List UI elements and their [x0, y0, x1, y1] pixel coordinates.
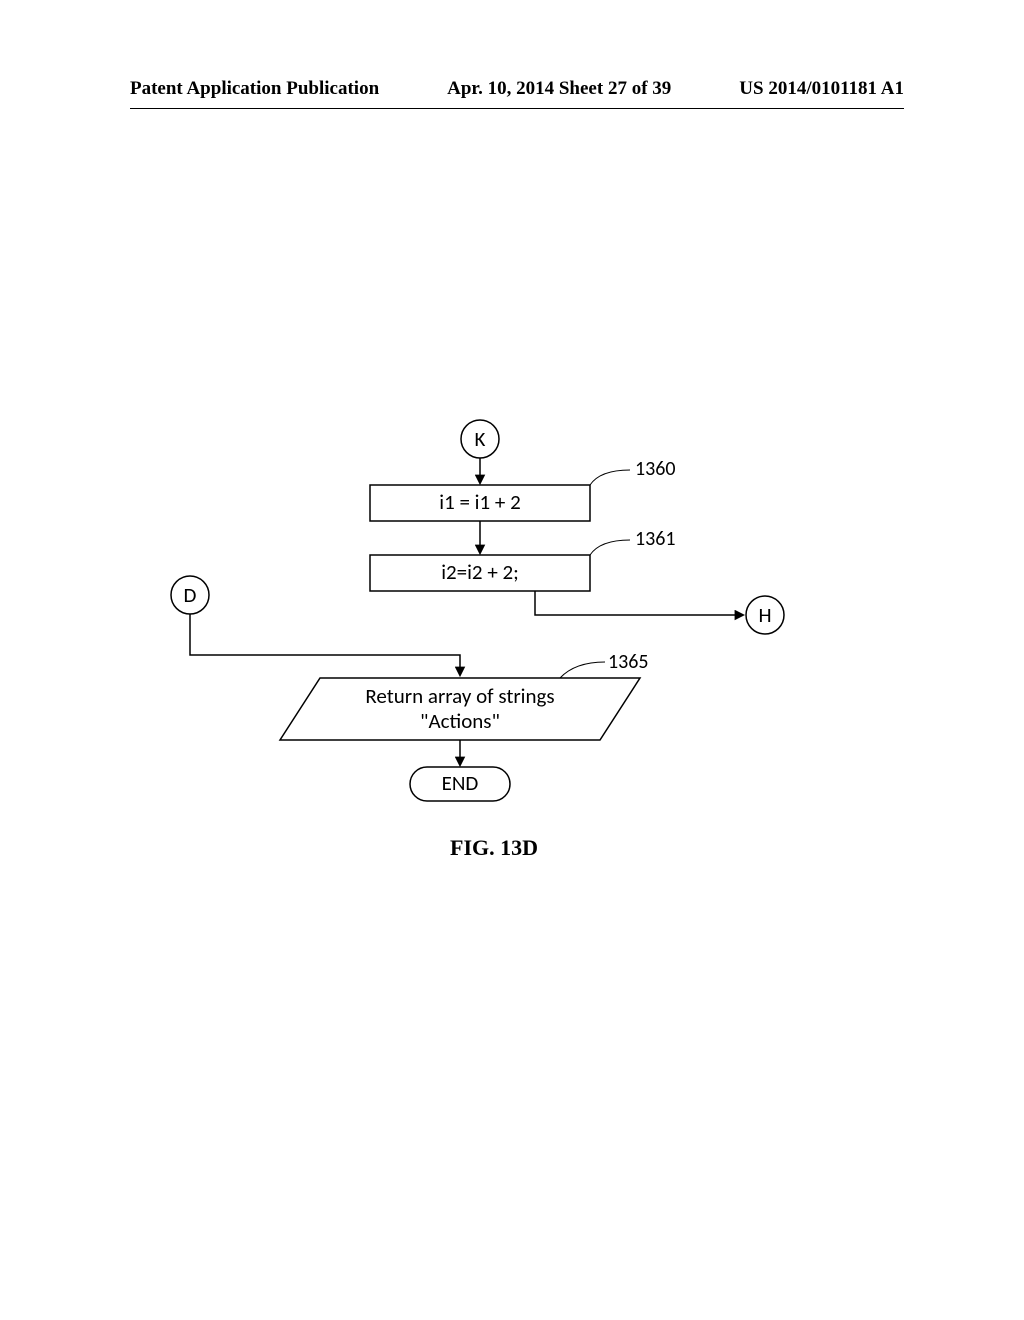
terminator-end: END: [410, 767, 510, 801]
connector-d-label: D: [184, 582, 197, 608]
terminator-end-text: END: [442, 770, 479, 796]
ref-1360: 1360: [590, 457, 676, 485]
page-header: Patent Application Publication Apr. 10, …: [130, 78, 904, 100]
header-right: US 2014/0101181 A1: [739, 78, 904, 100]
ref-1360-text: 1360: [635, 457, 676, 481]
connector-h: H: [746, 596, 784, 634]
figure-area: K i1 = i1 + 2 1360 i2=i2 + 2;: [140, 415, 900, 915]
connector-d: D: [171, 576, 209, 614]
connector-h-label: H: [758, 602, 771, 628]
ref-1365-text: 1365: [608, 650, 649, 674]
step-1365-line1: Return array of strings: [365, 683, 554, 709]
ref-1361-text: 1361: [635, 527, 676, 551]
header-center: Apr. 10, 2014 Sheet 27 of 39: [447, 78, 671, 100]
connector-k-label: K: [475, 426, 486, 452]
step-1365: Return array of strings "Actions": [280, 678, 640, 740]
connector-k: K: [461, 420, 499, 458]
header-left: Patent Application Publication: [130, 78, 379, 100]
ref-1361: 1361: [590, 527, 676, 555]
step-1365-line2: "Actions": [420, 708, 500, 734]
step-1361: i2=i2 + 2;: [370, 555, 590, 591]
page: Patent Application Publication Apr. 10, …: [0, 0, 1024, 1320]
edge-d-to-1365: [190, 614, 460, 675]
step-1360-text: i1 = i1 + 2: [439, 489, 520, 515]
figure-label: FIG. 13D: [450, 835, 538, 861]
step-1361-text: i2=i2 + 2;: [441, 559, 519, 585]
header-rule: [130, 108, 904, 109]
edge-1361-to-h: [535, 591, 743, 615]
step-1360: i1 = i1 + 2: [370, 485, 590, 521]
ref-1365: 1365: [560, 650, 649, 678]
